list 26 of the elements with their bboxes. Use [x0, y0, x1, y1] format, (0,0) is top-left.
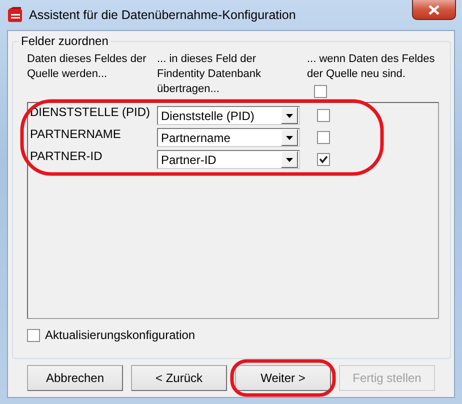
button[interactable]: < Zurück	[131, 365, 227, 391]
checkbox-label: Aktualisierungskonfiguration	[45, 328, 196, 342]
dropdown-arrow-icon	[286, 114, 293, 118]
checkbox[interactable]	[317, 109, 330, 122]
source-field-label: PARTNERNAME	[30, 127, 122, 141]
checkbox[interactable]	[27, 328, 40, 342]
close-icon	[428, 4, 440, 14]
dropdown-arrow-icon	[286, 136, 293, 140]
group-title: Felder zuordnen	[19, 34, 110, 48]
button[interactable]: Weiter >	[235, 365, 331, 391]
target-field-dropdown[interactable]: Partnername	[157, 128, 300, 147]
checkbox[interactable]	[314, 85, 327, 98]
close-button[interactable]	[412, 0, 456, 20]
button[interactable]: Abbrechen	[27, 365, 123, 391]
column-header: ... in dieses Feld der Findentity Datenbank übertragen...	[157, 52, 262, 97]
source-field-label: DIENSTSTELLE (PID)	[30, 105, 152, 119]
target-field-dropdown[interactable]: Dienststelle (PID)	[157, 106, 300, 125]
window-title: Assistent für die Datenübernahme-Konfiguration	[29, 8, 297, 22]
column-header: Daten dieses Feldes der Quelle werden...	[27, 52, 148, 82]
target-field-dropdown[interactable]: Partner-ID	[157, 150, 300, 169]
app-icon	[7, 7, 23, 23]
checkbox[interactable]	[317, 153, 330, 166]
column-header: ... wenn Daten des Feldes der Quelle neu sind.	[307, 52, 436, 82]
dropdown-arrow-icon	[286, 158, 293, 162]
checkbox[interactable]	[317, 131, 330, 144]
source-field-label: PARTNER-ID	[30, 149, 104, 163]
